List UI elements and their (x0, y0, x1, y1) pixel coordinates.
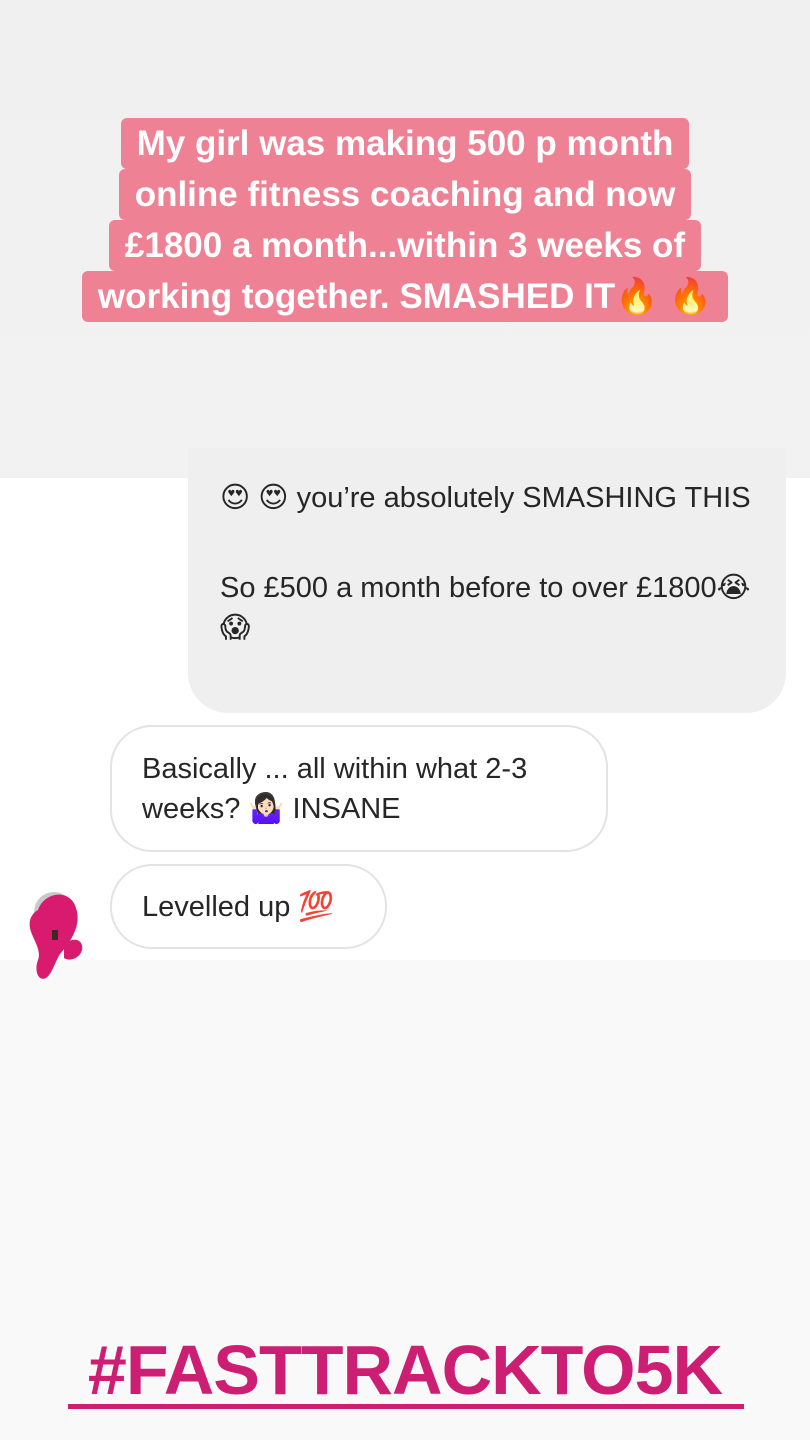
caption-line-1: My girl was making 500 p month (120, 118, 690, 169)
received-message-text: Levelled up 💯 (142, 890, 335, 923)
received-message-text: Basically ... all within what 2-3 weeks?… (142, 752, 528, 825)
story-screen: 😍 😍 you’re absolutely SMASHING THIS So £… (0, 0, 810, 1440)
sent-message-bubble: 😍 😍 you’re absolutely SMASHING THIS So £… (188, 448, 786, 713)
received-message-bubble: Basically ... all within what 2-3 weeks?… (110, 725, 608, 852)
hashtag-text: #FASTTRACKTO5K (87, 1331, 723, 1409)
caption-line-2: online fitness coaching and now (118, 169, 692, 220)
sent-message-paragraph-1: 😍 😍 you’re absolutely SMASHING THIS (220, 482, 751, 514)
caption-line-3: £1800 a month...within 3 weeks of (108, 220, 702, 271)
profile-avatar-icon (29, 892, 83, 979)
caption-line-4: working together. SMASHED IT🔥 🔥 (81, 271, 729, 322)
received-message-bubble: Levelled up 💯 (110, 864, 387, 949)
sent-message-paragraph-2: So £500 a month before to over £1800😭 😱 (220, 572, 751, 644)
hashtag-underline (68, 1404, 744, 1409)
story-caption: My girl was making 500 p month online fi… (45, 118, 765, 322)
